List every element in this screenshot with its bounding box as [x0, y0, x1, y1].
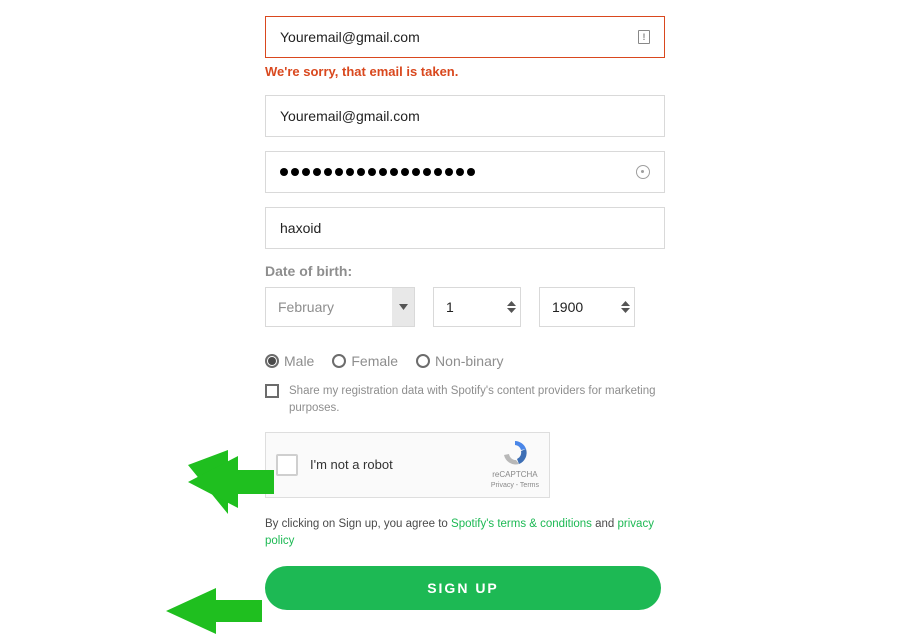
- dob-month-value: February: [278, 299, 334, 315]
- dob-year-value: 1900: [552, 299, 583, 315]
- stepper-icon: [507, 301, 516, 313]
- dob-year-input[interactable]: 1900: [539, 287, 635, 327]
- confirm-email-value: Youremail@gmail.com: [280, 108, 420, 124]
- gender-radio-male[interactable]: Male: [265, 353, 314, 369]
- recaptcha-links[interactable]: Privacy - Terms: [491, 481, 539, 490]
- display-name-value: haxoid: [280, 220, 321, 236]
- gender-row: Male Female Non-binary: [265, 353, 665, 369]
- dob-row: February 1 1900: [265, 287, 665, 327]
- gender-radio-non-binary[interactable]: Non-binary: [416, 353, 503, 369]
- recaptcha-brand: reCAPTCHA: [491, 470, 539, 480]
- share-data-checkbox[interactable]: [265, 384, 279, 398]
- dob-day-value: 1: [446, 299, 454, 315]
- radio-icon: [332, 354, 346, 368]
- terms-link[interactable]: Spotify's terms & conditions: [451, 518, 592, 530]
- terms-prefix: By clicking on Sign up, you agree to: [265, 518, 451, 530]
- email-field[interactable]: Youremail@gmail.com !: [265, 16, 665, 58]
- stepper-icon: [621, 301, 630, 313]
- recaptcha-logo: reCAPTCHA Privacy - Terms: [491, 439, 539, 490]
- password-mask: [280, 168, 636, 176]
- arrow-signup-annotation: [166, 584, 262, 638]
- dob-day-input[interactable]: 1: [433, 287, 521, 327]
- dob-label: Date of birth:: [265, 263, 665, 279]
- confirm-email-field[interactable]: Youremail@gmail.com: [265, 95, 665, 137]
- chevron-down-icon: [392, 288, 414, 326]
- recaptcha-checkbox[interactable]: [276, 454, 298, 476]
- password-field[interactable]: [265, 151, 665, 193]
- alert-icon: !: [638, 30, 650, 44]
- radio-icon: [265, 354, 279, 368]
- dob-month-select[interactable]: February: [265, 287, 415, 327]
- radio-icon: [416, 354, 430, 368]
- radio-label: Non-binary: [435, 353, 503, 369]
- email-value: Youremail@gmail.com: [280, 29, 420, 45]
- radio-label: Female: [351, 353, 398, 369]
- key-icon: [636, 165, 650, 179]
- share-data-row: Share my registration data with Spotify'…: [265, 383, 665, 418]
- share-data-label: Share my registration data with Spotify'…: [289, 383, 665, 418]
- gender-radio-female[interactable]: Female: [332, 353, 398, 369]
- recaptcha-label: I'm not a robot: [310, 457, 491, 472]
- display-name-field[interactable]: haxoid: [265, 207, 665, 249]
- arrow-captcha-annotation: [188, 450, 274, 514]
- signup-form: Youremail@gmail.com ! We're sorry, that …: [265, 0, 665, 610]
- email-error-text: We're sorry, that email is taken.: [265, 64, 665, 79]
- radio-label: Male: [284, 353, 314, 369]
- signup-button[interactable]: SIGN UP: [265, 566, 661, 610]
- recaptcha-widget: I'm not a robot reCAPTCHA Privacy - Term…: [265, 432, 550, 498]
- terms-mid: and: [592, 518, 618, 530]
- terms-text: By clicking on Sign up, you agree to Spo…: [265, 516, 665, 551]
